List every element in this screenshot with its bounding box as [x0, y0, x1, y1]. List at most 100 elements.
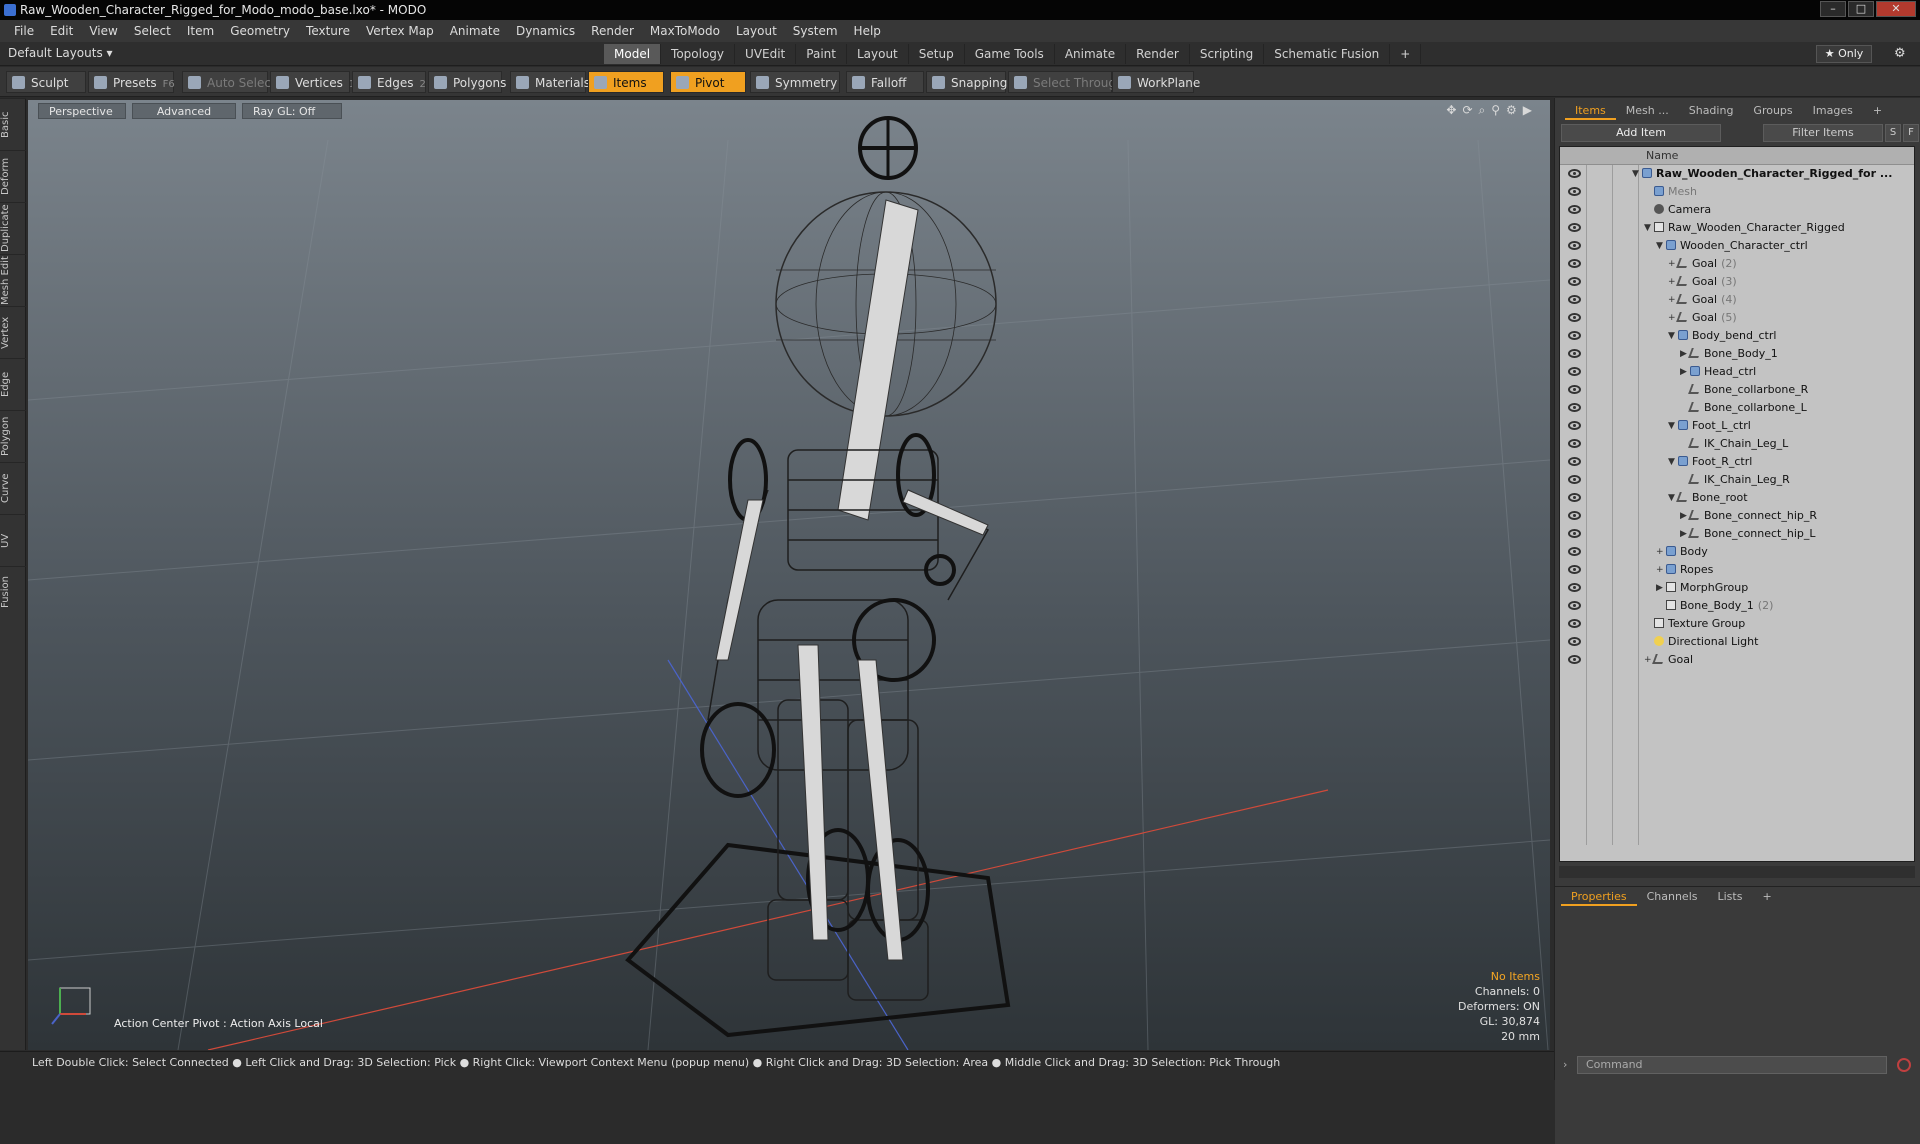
expand-toggle-icon[interactable]: ▶ [1680, 345, 1687, 363]
tree-row[interactable]: ▶ MorphGroup [1560, 579, 1914, 597]
visibility-eye-icon[interactable] [1568, 493, 1581, 502]
expand-toggle-icon[interactable]: + [1668, 291, 1676, 309]
expand-toggle-icon[interactable]: + [1668, 255, 1676, 273]
tree-row[interactable]: ▼ Foot_R_ctrl [1560, 453, 1914, 471]
tree-row[interactable]: Mesh [1560, 183, 1914, 201]
tab-uvedit[interactable]: UVEdit [735, 44, 797, 64]
tab-deform[interactable]: Deform [0, 150, 26, 202]
tree-item-label[interactable]: Body_bend_ctrl [1678, 327, 1776, 345]
tree-row[interactable]: ▶ Bone_Body_1 [1560, 345, 1914, 363]
visibility-eye-icon[interactable] [1568, 511, 1581, 520]
select-through-button[interactable]: Select Through [1008, 71, 1124, 93]
visibility-eye-icon[interactable] [1568, 421, 1581, 430]
tree-item-label[interactable]: Camera [1654, 201, 1711, 219]
visibility-eye-icon[interactable] [1568, 187, 1581, 196]
tab-properties[interactable]: Properties [1561, 887, 1637, 906]
menu-layout[interactable]: Layout [728, 24, 785, 38]
expand-toggle-icon[interactable]: ▶ [1680, 525, 1687, 543]
tab-channels[interactable]: Channels [1637, 887, 1708, 906]
gear-icon[interactable]: ⚙ [1894, 46, 1906, 61]
tree-row[interactable]: + Body [1560, 543, 1914, 561]
visibility-eye-icon[interactable] [1568, 655, 1581, 664]
expand-toggle-icon[interactable]: ▼ [1668, 453, 1675, 471]
tree-horizontal-scrollbar[interactable] [1559, 866, 1915, 878]
tab-mesh-edit[interactable]: Mesh Edit [0, 254, 26, 306]
tab-edge[interactable]: Edge [0, 358, 26, 410]
tree-item-label[interactable]: Ropes [1666, 561, 1713, 579]
expand-toggle-icon[interactable]: + [1656, 561, 1664, 579]
tree-row[interactable]: IK_Chain_Leg_L [1560, 435, 1914, 453]
tree-row[interactable]: + Goal [1560, 651, 1914, 669]
tree-row[interactable]: Directional Light [1560, 633, 1914, 651]
tab-paint[interactable]: Paint [796, 44, 847, 64]
add-tab-button[interactable]: + [1390, 44, 1422, 64]
filter-items-input[interactable]: Filter Items [1763, 124, 1883, 142]
expand-toggle-icon[interactable]: ▼ [1644, 219, 1651, 237]
tree-row[interactable]: Bone_collarbone_L [1560, 399, 1914, 417]
wireframe-scene[interactable] [28, 100, 1550, 1050]
expand-toggle-icon[interactable]: ▼ [1656, 237, 1663, 255]
menu-maxtomodo[interactable]: MaxToModo [642, 24, 728, 38]
tree-item-label[interactable]: Foot_R_ctrl [1678, 453, 1752, 471]
tree-item-label[interactable]: Head_ctrl [1690, 363, 1756, 381]
visibility-eye-icon[interactable] [1568, 331, 1581, 340]
visibility-eye-icon[interactable] [1568, 385, 1581, 394]
character-legs[interactable] [767, 699, 930, 1001]
ray-gl-button[interactable]: Ray GL: Off [242, 103, 342, 119]
tree-row[interactable]: Texture Group [1560, 615, 1914, 633]
expand-toggle-icon[interactable]: ▶ [1656, 579, 1663, 597]
close-button[interactable]: ✕ [1876, 1, 1916, 17]
visibility-eye-icon[interactable] [1568, 547, 1581, 556]
default-layouts-dropdown[interactable]: Default Layouts ▾ [8, 46, 113, 60]
tab-animate[interactable]: Animate [1055, 44, 1127, 64]
tab-schematic-fusion[interactable]: Schematic Fusion [1264, 44, 1391, 64]
tree-row[interactable]: ▶ Head_ctrl [1560, 363, 1914, 381]
tree-item-label[interactable]: Bone_connect_hip_L [1688, 525, 1816, 543]
neck-bone[interactable] [837, 199, 919, 521]
expand-toggle-icon[interactable]: ▼ [1668, 417, 1675, 435]
tab-setup[interactable]: Setup [909, 44, 965, 64]
tab-shading[interactable]: Shading [1679, 102, 1744, 120]
visibility-eye-icon[interactable] [1568, 241, 1581, 250]
menu-texture[interactable]: Texture [298, 24, 358, 38]
tab-vertex[interactable]: Vertex [0, 306, 26, 358]
pivot-button[interactable]: Pivot [670, 71, 746, 93]
tab-layout[interactable]: Layout [847, 44, 909, 64]
tree-item-label[interactable]: Goal (2) [1676, 255, 1737, 273]
visibility-eye-icon[interactable] [1568, 529, 1581, 538]
sculpt-button[interactable]: Sculpt [6, 71, 86, 93]
viewport-nav-icons[interactable]: ✥⟳⌕⚲⚙▶ [1446, 103, 1538, 118]
tab-curve[interactable]: Curve [0, 462, 26, 514]
tab-duplicate[interactable]: Duplicate [0, 202, 26, 254]
tree-item-label[interactable]: IK_Chain_Leg_R [1688, 471, 1790, 489]
expand-toggle-icon[interactable]: ▶ [1680, 507, 1687, 525]
visibility-eye-icon[interactable] [1568, 367, 1581, 376]
tree-item-label[interactable]: Raw_Wooden_Character_Rigged_for ... [1642, 165, 1892, 183]
expand-toggle-icon[interactable]: + [1644, 651, 1652, 669]
head-controller[interactable] [858, 116, 918, 180]
tree-item-label[interactable]: Body [1666, 543, 1708, 561]
visibility-eye-icon[interactable] [1568, 565, 1581, 574]
menu-select[interactable]: Select [126, 24, 179, 38]
tree-row[interactable]: Camera [1560, 201, 1914, 219]
f-button[interactable]: F [1903, 124, 1919, 142]
tree-item-label[interactable]: Bone_collarbone_R [1688, 381, 1808, 399]
menu-render[interactable]: Render [583, 24, 642, 38]
expand-toggle-icon[interactable]: + [1668, 273, 1676, 291]
menu-dynamics[interactable]: Dynamics [508, 24, 583, 38]
s-button[interactable]: S [1885, 124, 1901, 142]
tree-row[interactable]: ▶ Bone_connect_hip_R [1560, 507, 1914, 525]
presets-button[interactable]: Presets F6 [88, 71, 175, 93]
tree-item-label[interactable]: Bone_connect_hip_R [1688, 507, 1817, 525]
menu-system[interactable]: System [785, 24, 846, 38]
tree-item-label[interactable]: Goal (4) [1676, 291, 1737, 309]
tab-scripting[interactable]: Scripting [1190, 44, 1265, 64]
edges-button[interactable]: Edges 2 [352, 71, 426, 93]
stop-icon[interactable] [1897, 1058, 1911, 1072]
tree-row[interactable]: ▼ Raw_Wooden_Character_Rigged [1560, 219, 1914, 237]
tree-row[interactable]: ▼ Body_bend_ctrl [1560, 327, 1914, 345]
tab-polygon[interactable]: Polygon [0, 410, 26, 462]
menu-geometry[interactable]: Geometry [222, 24, 298, 38]
tree-row[interactable]: ▼ Wooden_Character_ctrl [1560, 237, 1914, 255]
tab-lists[interactable]: Lists [1708, 887, 1753, 906]
